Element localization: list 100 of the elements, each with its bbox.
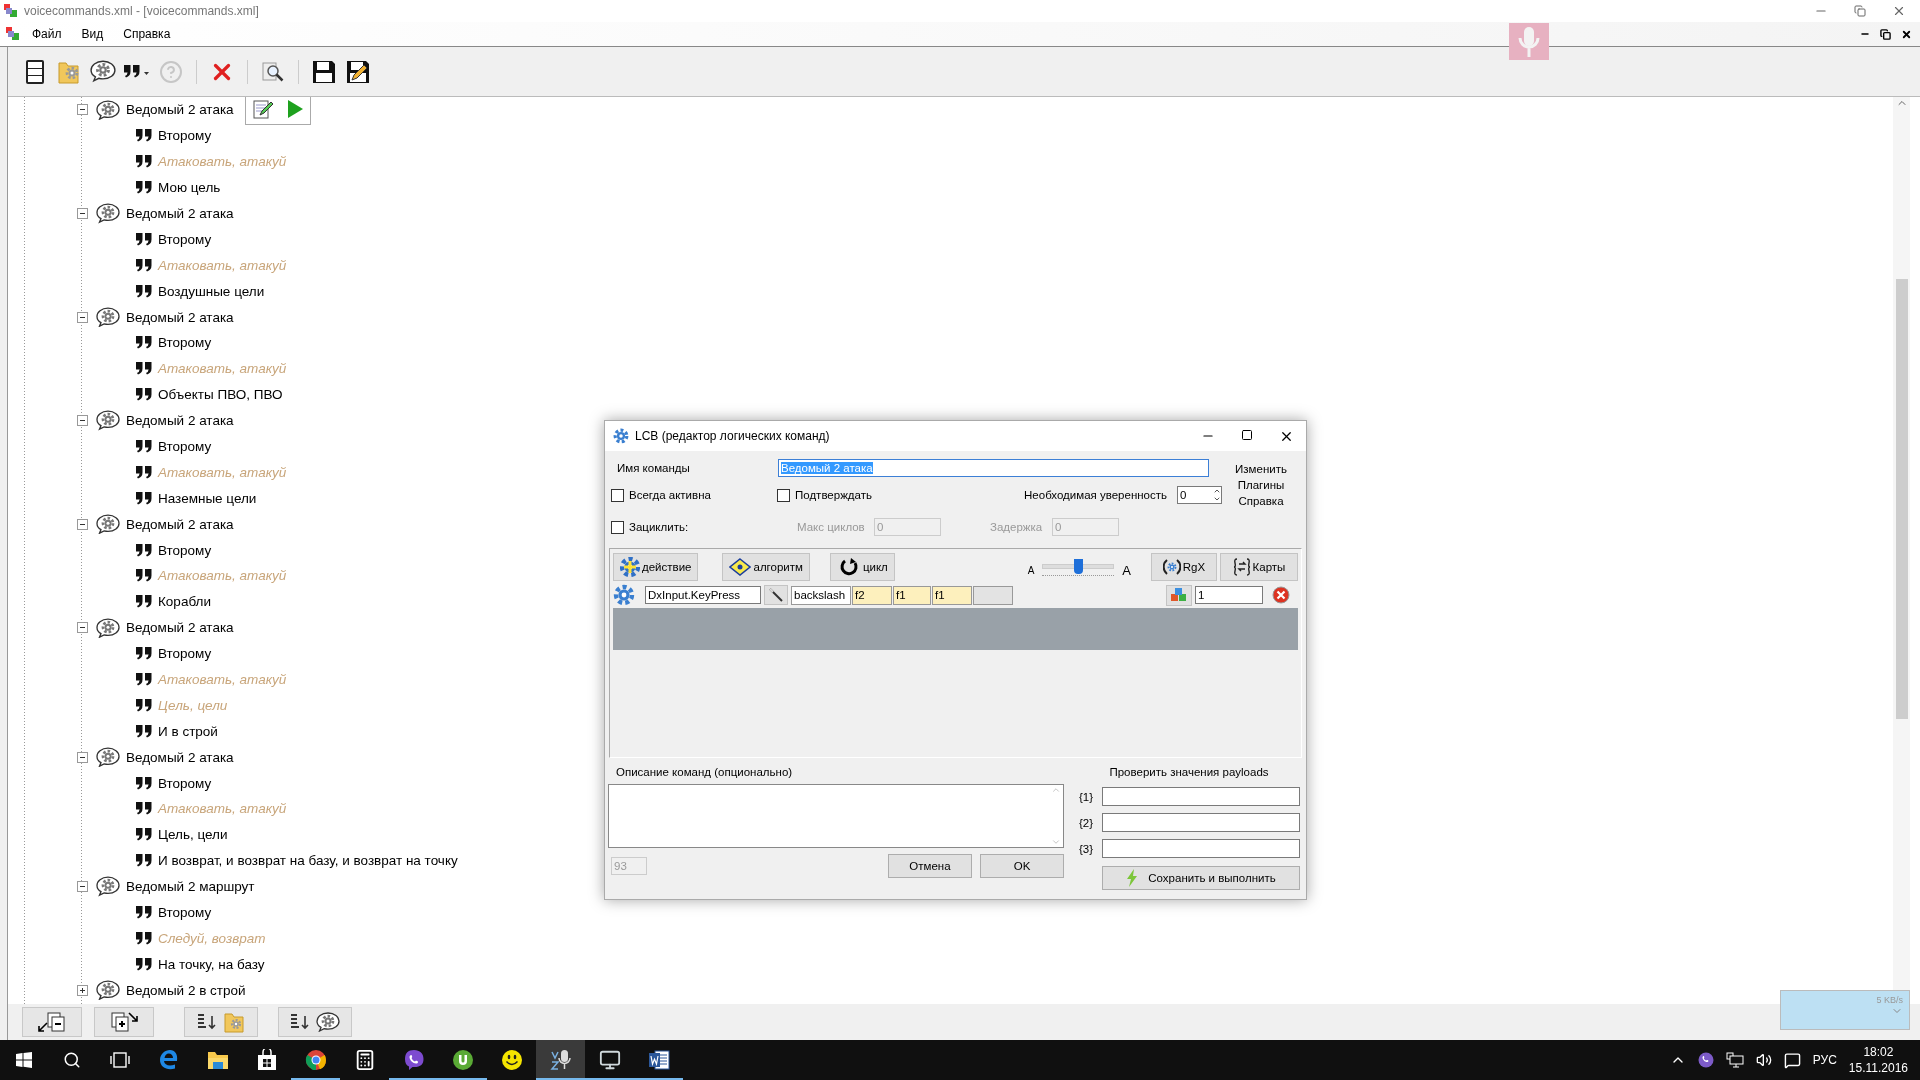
command-label[interactable]: Ведомый 2 атака (126, 516, 234, 532)
payload-field[interactable] (1102, 813, 1300, 832)
phrase-label[interactable]: Второму (158, 335, 212, 351)
action-name-field[interactable]: DxInput.KeyPress (645, 586, 761, 604)
collapse-box[interactable] (77, 415, 88, 427)
quote-dropdown-icon[interactable] (124, 64, 150, 79)
menu-link[interactable]: Изменить (1235, 463, 1287, 475)
font-size-slider[interactable] (1042, 558, 1115, 576)
phrase-label[interactable]: Корабли (158, 594, 211, 610)
command-label[interactable]: Ведомый 2 атака (126, 620, 234, 636)
phrase-label[interactable]: Второму (158, 542, 212, 558)
floppy-pencil-icon[interactable] (346, 59, 370, 84)
collapse-all-button[interactable] (22, 1007, 82, 1037)
add-tool-button[interactable]: действие (613, 553, 699, 581)
smiley-icon[interactable] (500, 1049, 523, 1071)
command-label[interactable]: Ведомый 2 атака (126, 206, 234, 221)
command-label[interactable]: Ведомый 2 атака (126, 309, 234, 325)
phrase-label[interactable]: Второму (158, 775, 212, 791)
maximize-icon[interactable] (1241, 428, 1253, 441)
phrase-label[interactable]: На точку, на базу (158, 956, 265, 972)
collapse-box[interactable] (77, 104, 88, 116)
cancel-button[interactable]: Отмена (888, 854, 972, 878)
checkbox[interactable]: Подтверждать (777, 488, 872, 502)
command-label[interactable]: Ведомый 2 атака (126, 749, 234, 765)
clock[interactable]: 18:02 15.11.2016 (1848, 1045, 1908, 1075)
menu-link[interactable]: Плагины (1237, 479, 1285, 491)
collapse-box[interactable] (77, 518, 88, 530)
spin-down-icon[interactable] (1213, 495, 1221, 503)
menu-link[interactable]: Справка (1238, 495, 1284, 507)
expand-box[interactable] (77, 984, 88, 996)
collapse-box[interactable] (77, 311, 88, 323)
shopping-bag-icon[interactable] (256, 1049, 277, 1071)
search-icon[interactable] (63, 1051, 81, 1069)
command-label[interactable]: Ведомый 2 атака (126, 413, 234, 429)
wand-button[interactable] (764, 585, 788, 605)
phrase-label[interactable]: Наземные цели (158, 490, 257, 506)
key-cell[interactable]: backslash (791, 585, 851, 605)
collapse-box[interactable] (77, 751, 88, 763)
language-indicator[interactable]: РУС (1812, 1053, 1837, 1067)
document-icon[interactable] (647, 1049, 670, 1071)
command-label[interactable]: Ведомый 2 маршрут (126, 879, 255, 895)
menu-item[interactable]: Справка (115, 25, 179, 43)
start-icon[interactable] (16, 1052, 32, 1068)
phrase-label[interactable]: И возврат, и возврат на базу, и возврат на точку (158, 853, 458, 869)
add-tool-button[interactable]: цикл (829, 553, 895, 581)
phrase-label[interactable]: И в строй (158, 723, 218, 739)
payload-field[interactable] (1102, 839, 1300, 858)
phone-bubble-icon[interactable] (1697, 1052, 1714, 1068)
param-cell[interactable]: f2 (852, 585, 892, 605)
phrase-label[interactable]: Второму (158, 231, 212, 247)
command-label[interactable]: Ведомый 2 в строй (126, 982, 246, 998)
torrent-icon[interactable] (451, 1049, 474, 1071)
checkbox[interactable]: Зациклить: (611, 520, 689, 534)
cabinet-icon[interactable] (25, 58, 45, 85)
round-browser-icon[interactable] (304, 1049, 327, 1071)
param-cell[interactable]: f1 (932, 585, 972, 605)
collapse-box[interactable] (77, 208, 88, 219)
collapse-box[interactable] (77, 622, 88, 634)
scrollbar-thumb[interactable] (1895, 279, 1908, 719)
add-tool-button[interactable]: алгоритм (722, 553, 810, 581)
ok-button[interactable]: OK (980, 854, 1064, 878)
spin-up-icon[interactable] (1213, 487, 1221, 495)
phrase-label[interactable]: Объекты ПВО, ПВО (158, 387, 283, 403)
network-icon[interactable] (1725, 1052, 1744, 1068)
browser-icon[interactable] (157, 1049, 180, 1071)
collapse-box[interactable] (77, 881, 88, 893)
edit-notepad-icon[interactable] (252, 98, 274, 120)
document-magnifier-icon[interactable] (261, 59, 285, 84)
monitor-icon[interactable] (598, 1049, 621, 1071)
menu-item[interactable]: Файл (24, 25, 70, 43)
sort-folders-button[interactable] (184, 1007, 258, 1037)
phrase-label[interactable]: Второму (158, 646, 212, 662)
command-label[interactable]: Ведомый 2 атака (126, 102, 234, 118)
slider-thumb[interactable] (1074, 558, 1084, 574)
menu-item[interactable]: Вид (73, 25, 112, 43)
phrase-label[interactable]: Второму (158, 128, 212, 144)
restore-icon[interactable] (1880, 28, 1891, 40)
phrase-label[interactable]: Цель, цели (158, 827, 228, 843)
cubes-button[interactable] (1166, 584, 1192, 606)
remove-icon[interactable] (1272, 586, 1290, 604)
param-cell[interactable]: f1 (893, 585, 931, 605)
phone-bubble-icon[interactable] (402, 1049, 425, 1071)
play-icon[interactable] (286, 99, 304, 119)
payload-field[interactable] (1102, 787, 1300, 806)
microphone-icon[interactable] (549, 1048, 572, 1072)
tool-button[interactable]: RgX (1151, 553, 1217, 581)
volume-icon[interactable] (1755, 1052, 1772, 1068)
phrase-label[interactable]: Мою цель (158, 180, 221, 196)
save-run-button[interactable]: Сохранить и выполнить (1102, 866, 1300, 890)
phrase-label[interactable]: Второму (158, 905, 212, 921)
phrase-label[interactable]: Воздушные цели (158, 283, 265, 299)
repeat-field[interactable]: 1 (1195, 586, 1263, 604)
close-icon[interactable] (1901, 28, 1912, 40)
phrase-label[interactable]: Второму (158, 439, 212, 454)
tool-button[interactable]: Карты (1220, 553, 1298, 581)
folder-icon[interactable] (206, 1050, 229, 1070)
sort-commands-button[interactable] (278, 1007, 352, 1037)
confidence-spinner[interactable]: 0 (1177, 486, 1222, 504)
expand-all-button[interactable] (94, 1007, 154, 1037)
notification-icon[interactable] (1783, 1051, 1801, 1069)
